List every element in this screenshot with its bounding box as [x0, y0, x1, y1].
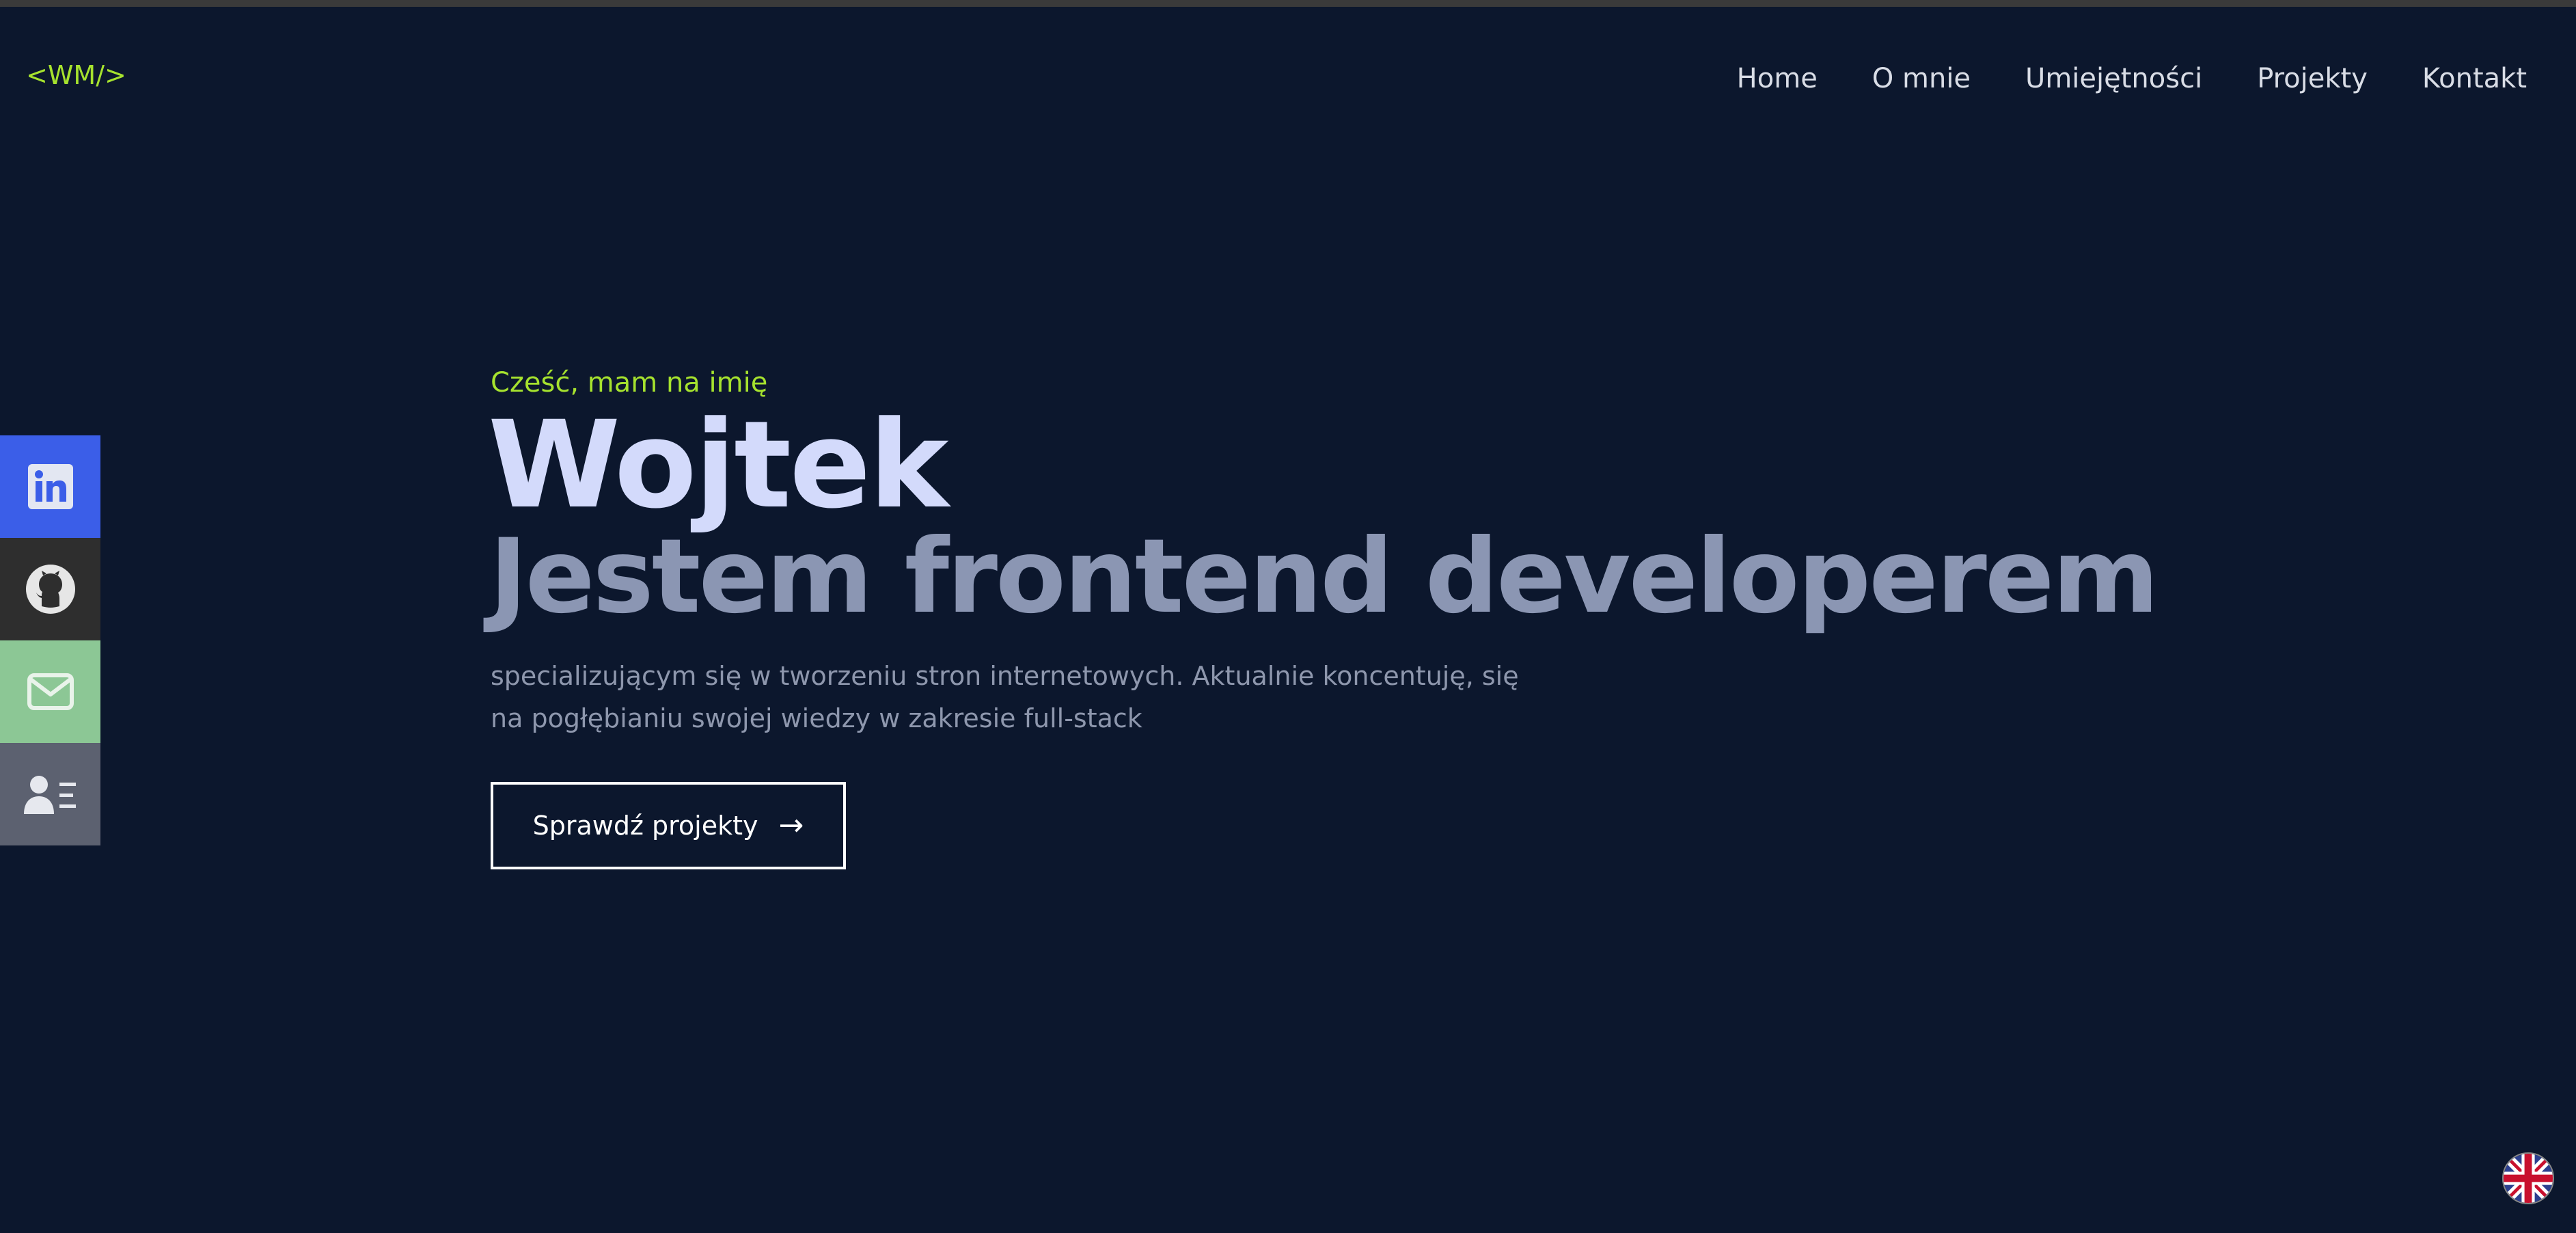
hero-name: Wojtek — [488, 395, 949, 535]
linkedin-link[interactable] — [0, 435, 100, 538]
contact-card-icon — [23, 773, 77, 815]
linkedin-icon — [27, 464, 73, 509]
language-switch-button[interactable] — [2502, 1152, 2554, 1204]
hero-section: Cześć, mam na imię Wojtek Jestem fronten… — [488, 362, 2159, 869]
page: <WM/> Home O mnie Umiejętności Projekty … — [0, 0, 2576, 1233]
resume-link[interactable] — [0, 743, 100, 845]
hero-role: Jestem frontend developerem — [489, 517, 2159, 636]
check-projects-button[interactable]: Sprawdź projekty → — [491, 782, 846, 869]
nav-item-projects[interactable]: Projekty — [2257, 63, 2368, 94]
email-link[interactable] — [0, 640, 100, 743]
nav-item-contact[interactable]: Kontakt — [2422, 63, 2527, 94]
social-sidebar — [0, 435, 100, 845]
main-nav: Home O mnie Umiejętności Projekty Kontak… — [1737, 63, 2527, 94]
check-projects-label: Sprawdź projekty — [532, 811, 758, 841]
site-logo[interactable]: <WM/> — [26, 60, 126, 90]
nav-item-home[interactable]: Home — [1737, 63, 1818, 94]
arrow-right-icon: → — [778, 808, 804, 843]
nav-item-skills[interactable]: Umiejętności — [2025, 63, 2202, 94]
github-icon — [25, 564, 76, 614]
nav-item-about[interactable]: O mnie — [1872, 63, 1971, 94]
mail-icon — [27, 673, 74, 711]
hero-description: specializującym się w tworzeniu stron in… — [491, 661, 1519, 733]
uk-flag-icon — [2504, 1154, 2553, 1203]
github-link[interactable] — [0, 538, 100, 640]
